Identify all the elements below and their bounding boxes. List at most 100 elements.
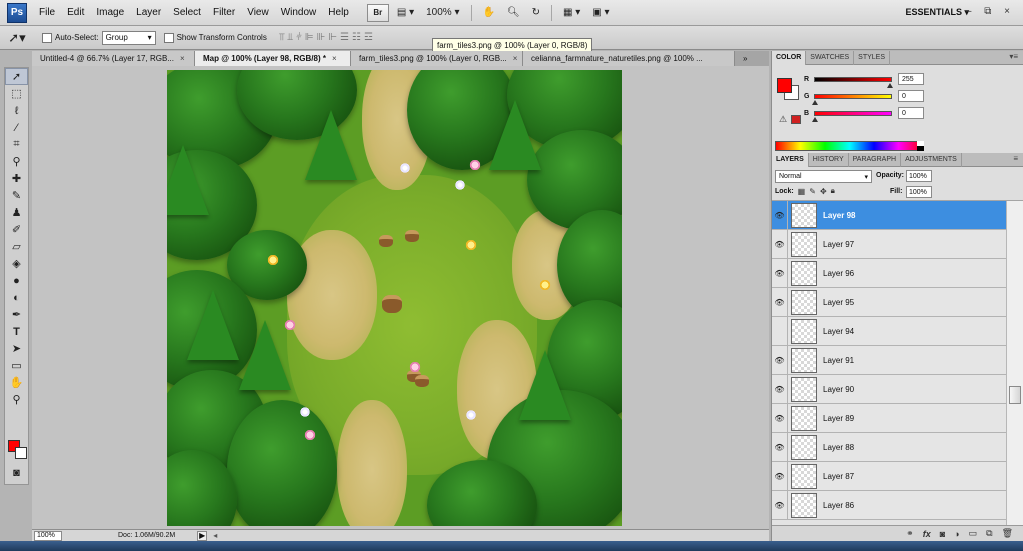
visibility-eye-icon[interactable]: 👁︎ — [772, 461, 788, 491]
lock-transparency-icon[interactable]: ▦ — [798, 187, 806, 196]
tab-history[interactable]: HISTORY — [809, 152, 849, 167]
healing-tool-icon[interactable]: ✚ — [5, 170, 28, 187]
lock-all-icon[interactable]: 🔒︎ — [831, 186, 835, 196]
move-tool-preset-icon[interactable]: ➚▾ — [0, 30, 34, 46]
fill-input[interactable]: 100% — [906, 186, 932, 198]
opacity-input[interactable]: 100% — [906, 170, 932, 182]
canvas-area[interactable] — [32, 66, 769, 529]
arrange-documents-icon[interactable]: ▦ ▾ — [559, 4, 584, 22]
zoom-level-dropdown[interactable]: 100% ▾ — [422, 4, 463, 22]
red-value-input[interactable]: 255 — [898, 73, 924, 85]
layer-row[interactable]: 👁︎ Layer 95 — [772, 287, 1006, 317]
background-color-swatch[interactable] — [15, 447, 27, 459]
visibility-eye-icon[interactable]: 👁︎ — [772, 287, 788, 317]
doc-tabs-overflow-icon[interactable]: » — [735, 51, 769, 66]
green-value-input[interactable]: 0 — [898, 90, 924, 102]
status-menu-icon[interactable]: ▶ — [197, 530, 208, 541]
doc-tab-celianna[interactable]: celianna_farmnature_naturetiles.png @ 10… — [523, 51, 735, 66]
lock-pixels-icon[interactable]: ✎ — [809, 187, 816, 196]
new-layer-icon[interactable]: ⧉ — [986, 528, 992, 539]
adjustment-icon[interactable]: ◑ — [954, 529, 959, 539]
visibility-eye-icon[interactable]: 👁︎ — [772, 403, 788, 433]
layer-row[interactable]: 👁︎ Layer 90 — [772, 374, 1006, 404]
paint-bucket-tool-icon[interactable]: ◈ — [5, 255, 28, 272]
menu-image[interactable]: Image — [90, 7, 130, 18]
scrollbar-thumb[interactable] — [1009, 386, 1021, 404]
show-transform-checkbox[interactable] — [163, 32, 174, 43]
foreground-color-swatch[interactable] — [777, 78, 792, 93]
path-select-tool-icon[interactable]: ➤ — [5, 340, 28, 357]
menu-window[interactable]: Window — [275, 7, 323, 18]
fx-icon[interactable]: fx — [923, 529, 931, 539]
auto-select-dropdown[interactable]: Group ▾ — [101, 30, 156, 45]
hand-tool-icon[interactable]: ✋ — [5, 374, 28, 391]
brush-tool-icon[interactable]: ✎ — [5, 187, 28, 204]
layer-row[interactable]: 👁︎ Layer 88 — [772, 432, 1006, 462]
map-image[interactable] — [167, 70, 622, 526]
layer-row[interactable]: 👁︎ Layer 96 — [772, 258, 1006, 288]
link-icon[interactable]: ⚭ — [906, 528, 914, 539]
quick-select-tool-icon[interactable]: ⁄ — [5, 119, 28, 136]
distribute-center-icon[interactable]: ☷ — [352, 32, 361, 43]
black-white-swatch[interactable] — [917, 141, 924, 151]
shape-tool-icon[interactable]: ▭ — [5, 357, 28, 374]
layer-row[interactable]: 👁︎ Layer 98 — [772, 201, 1006, 230]
blue-value-input[interactable]: 0 — [898, 107, 924, 119]
type-tool-icon[interactable]: T — [5, 323, 28, 340]
blue-slider[interactable] — [812, 110, 892, 122]
tab-layers[interactable]: LAYERS — [772, 152, 809, 167]
panel-menu-icon[interactable]: ≡ — [1013, 154, 1018, 163]
tab-paragraph[interactable]: PARAGRAPH — [849, 152, 902, 167]
visibility-eye-icon[interactable]: 👁︎ — [772, 258, 788, 288]
menu-layer[interactable]: Layer — [130, 7, 167, 18]
color-spectrum-bar[interactable] — [775, 141, 924, 151]
trash-icon[interactable]: 🗑︎ — [1002, 528, 1013, 539]
slider-thumb[interactable] — [887, 82, 893, 88]
doc-tab-untitled-4[interactable]: Untitled-4 @ 66.7% (Layer 17, RGB... × — [32, 51, 195, 66]
blend-mode-dropdown[interactable]: Normal ▾ — [775, 170, 872, 183]
align-top-icon[interactable]: ⫪ — [279, 32, 285, 43]
align-hcenter-icon[interactable]: ⊪ — [317, 32, 326, 43]
eyedropper-tool-icon[interactable]: ⚲ — [5, 153, 28, 170]
layer-row[interactable]: 👁︎ Layer 87 — [772, 461, 1006, 491]
tab-adjustments[interactable]: ADJUSTMENTS — [901, 152, 962, 167]
doc-tab-farm-tiles3[interactable]: farm_tiles3.png @ 100% (Layer 0, RGB... × — [351, 51, 523, 66]
panel-menu-icon[interactable]: ▾≡ — [1009, 52, 1018, 61]
layer-row[interactable]: 👁︎ Layer 91 — [772, 345, 1006, 375]
layer-row[interactable]: 👁︎ Layer 89 — [772, 403, 1006, 433]
menu-edit[interactable]: Edit — [61, 7, 90, 18]
quick-mask-icon[interactable]: ◙ — [5, 464, 28, 481]
move-tool-icon[interactable]: ➚ — [5, 68, 28, 85]
marquee-tool-icon[interactable]: ⬚ — [5, 85, 28, 102]
view-extras-button[interactable]: ▤ ▾ — [393, 4, 418, 22]
close-icon[interactable]: × — [332, 54, 337, 63]
rotate-view-icon[interactable]: ↻ — [528, 4, 544, 22]
align-bottom-icon[interactable]: ⫩ — [296, 32, 302, 43]
slider-thumb[interactable] — [812, 99, 818, 105]
tab-styles[interactable]: STYLES — [854, 50, 891, 65]
blur-tool-icon[interactable]: ● — [5, 272, 28, 289]
lock-position-icon[interactable]: ✥ — [820, 187, 827, 196]
align-left-icon[interactable]: ⊫ — [305, 32, 314, 43]
visibility-eye-icon[interactable]: 👁︎ — [772, 432, 788, 462]
zoom-tool-icon[interactable]: ⚲ — [5, 391, 28, 408]
zoom-icon[interactable]: 🔍︎ — [503, 4, 524, 22]
tab-color[interactable]: COLOR — [772, 50, 807, 65]
distribute-bottom-icon[interactable]: ☲ — [364, 32, 373, 43]
layer-row[interactable]: 👁︎ Layer 94 — [772, 316, 1006, 346]
menu-filter[interactable]: Filter — [207, 7, 241, 18]
visibility-eye-icon[interactable]: 👁︎ — [772, 490, 788, 520]
layer-row[interactable]: 👁︎ Layer 97 — [772, 229, 1006, 259]
group-icon[interactable]: ▭ — [969, 528, 978, 539]
menu-help[interactable]: Help — [322, 7, 355, 18]
window-controls[interactable]: – ⧉ × — [966, 6, 1015, 17]
visibility-eye-icon[interactable]: 👁︎ — [772, 201, 788, 230]
distribute-top-icon[interactable]: ☰ — [340, 32, 349, 43]
scroll-left-icon[interactable]: ◂ — [213, 531, 217, 540]
crop-tool-icon[interactable]: ⌗ — [5, 136, 28, 153]
visibility-eye-icon[interactable]: 👁︎ — [772, 229, 788, 259]
red-slider[interactable] — [814, 76, 893, 88]
layers-scrollbar[interactable] — [1006, 201, 1023, 525]
doc-tab-map[interactable]: Map @ 100% (Layer 98, RGB/8) * × — [195, 51, 351, 66]
green-slider[interactable] — [812, 93, 892, 105]
